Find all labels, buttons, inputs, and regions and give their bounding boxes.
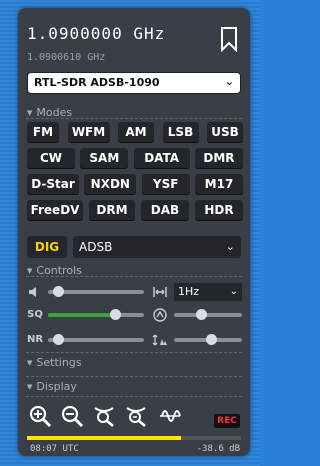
dig-mode-button[interactable]: DIG xyxy=(27,236,67,258)
signal-level: -38.6 dB xyxy=(196,444,240,454)
volume-icon[interactable] xyxy=(27,285,43,299)
zoom-in-icon[interactable] xyxy=(28,404,52,428)
decoder-select[interactable]: ADSB ⌄ xyxy=(73,236,241,258)
squelch-icon[interactable]: SQ xyxy=(27,308,43,322)
volume-slider-knob[interactable] xyxy=(52,286,64,297)
divider xyxy=(26,276,242,277)
mode-sam-button[interactable]: SAM xyxy=(80,148,129,169)
width-icon[interactable] xyxy=(152,285,168,299)
filter-slider-knob[interactable] xyxy=(206,334,218,345)
mode-hdr-button[interactable]: HDR xyxy=(195,200,243,221)
mode-dmr-button[interactable]: DMR xyxy=(194,148,243,169)
squelch-slider-knob[interactable] xyxy=(110,309,122,320)
volume-slider[interactable] xyxy=(48,286,144,297)
bandwidth-slider[interactable] xyxy=(174,309,242,320)
nr-icon[interactable]: NR xyxy=(27,333,43,347)
triangle-right-icon: ▼ xyxy=(27,359,33,367)
modes-grid: FM WFM AM LSB USB CW SAM DATA DMR D-Star… xyxy=(27,122,243,226)
section-settings-label: Settings xyxy=(36,356,82,369)
frequency-display[interactable]: 1.0900000 GHz xyxy=(27,24,165,43)
squelch-slider[interactable] xyxy=(48,309,144,320)
mode-wfm-button[interactable]: WFM xyxy=(67,122,110,143)
mode-drm-button[interactable]: DRM xyxy=(89,200,135,221)
mode-fm-button[interactable]: FM xyxy=(27,122,59,143)
nr-slider[interactable] xyxy=(48,334,144,345)
mode-dstar-button[interactable]: D-Star xyxy=(27,174,79,195)
mode-cw-button[interactable]: CW xyxy=(27,148,75,169)
step-select[interactable]: 1Hz ⌄ xyxy=(174,283,242,301)
mode-lsb-button[interactable]: LSB xyxy=(162,122,199,143)
nr-slider-knob[interactable] xyxy=(52,334,64,345)
zoom-band-icon[interactable] xyxy=(124,404,148,428)
mode-freedv-button[interactable]: FreeDV xyxy=(27,200,83,221)
mode-usb-button[interactable]: USB xyxy=(207,122,243,143)
chevron-down-icon: ⌄ xyxy=(229,286,238,297)
agc-icon[interactable] xyxy=(152,308,168,322)
zoom-fit-icon[interactable] xyxy=(92,404,116,428)
chevron-down-icon: ⌄ xyxy=(225,240,235,253)
zoom-out-icon[interactable] xyxy=(60,404,84,428)
divider xyxy=(26,352,242,353)
mode-dab-button[interactable]: DAB xyxy=(141,200,189,221)
section-display-label: Display xyxy=(36,380,77,393)
bookmark-icon[interactable] xyxy=(218,26,240,52)
mode-ysf-button[interactable]: YSF xyxy=(141,174,190,195)
receiver-panel: 1.0900000 GHz 1.0900610 GHz RTL-SDR ADSB… xyxy=(18,8,250,456)
squelch-fill xyxy=(48,313,116,317)
waveform-icon[interactable] xyxy=(158,404,182,428)
step-select-value: 1Hz xyxy=(178,285,200,298)
frequency-secondary: 1.0900610 GHz xyxy=(27,52,106,63)
triangle-right-icon: ▼ xyxy=(27,383,33,391)
device-select[interactable]: RTL-SDR ADSB-1090 ⌄ xyxy=(27,72,241,94)
device-select-value: RTL-SDR ADSB-1090 xyxy=(34,76,160,89)
record-button[interactable]: REC xyxy=(214,414,240,428)
decoder-select-value: ADSB xyxy=(79,240,113,254)
triangle-down-icon: ▼ xyxy=(27,109,33,117)
clock: 08:07 UTC xyxy=(30,444,79,454)
bandwidth-slider-knob[interactable] xyxy=(196,309,208,320)
mode-am-button[interactable]: AM xyxy=(118,122,154,143)
section-settings[interactable]: ▼ Settings xyxy=(27,356,82,369)
divider xyxy=(26,118,242,119)
mode-data-button[interactable]: DATA xyxy=(133,148,190,169)
chevron-down-icon: ⌄ xyxy=(224,75,234,88)
signal-meter-level xyxy=(27,436,182,440)
divider xyxy=(26,376,242,377)
signal-meter xyxy=(27,436,241,440)
divider xyxy=(26,396,242,397)
mode-nxdn-button[interactable]: NXDN xyxy=(84,174,137,195)
section-display[interactable]: ▼ Display xyxy=(27,380,77,393)
mode-m17-button[interactable]: M17 xyxy=(194,174,243,195)
squeeze-icon[interactable] xyxy=(152,333,168,347)
filter-slider[interactable] xyxy=(174,334,242,345)
triangle-down-icon: ▼ xyxy=(27,267,33,275)
